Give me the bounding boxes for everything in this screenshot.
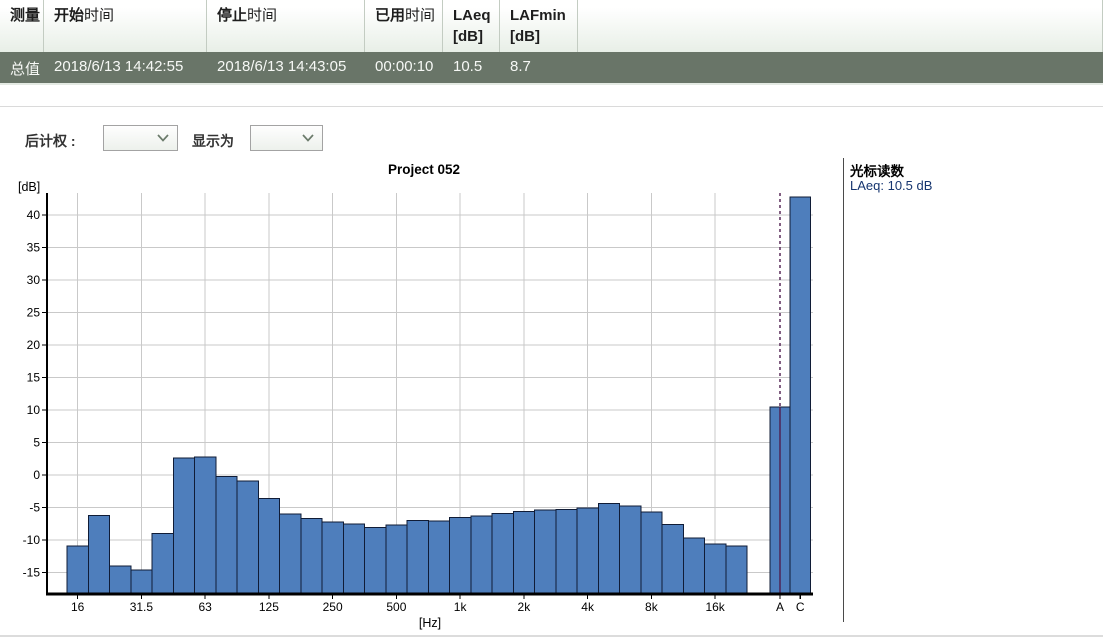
y-tick-label: -5 xyxy=(29,501,40,515)
display-as-label: 显示为 xyxy=(192,131,234,151)
frequency-bar-315[interactable] xyxy=(343,524,364,593)
display-as-select[interactable] xyxy=(250,125,323,151)
col-header-measurement: 测量 xyxy=(0,0,44,52)
y-axis-unit-label: [dB] xyxy=(18,180,40,194)
frequency-bar-80[interactable] xyxy=(216,476,237,593)
frequency-bar-25[interactable] xyxy=(110,566,131,593)
x-tick-label: 500 xyxy=(386,600,406,614)
x-tick-label: 1k xyxy=(454,600,468,614)
frequency-bar-800[interactable] xyxy=(428,521,449,593)
frequency-bars xyxy=(67,197,811,593)
frequency-bar-8k[interactable] xyxy=(641,512,662,593)
section-divider xyxy=(0,106,1103,107)
frequency-bar-630[interactable] xyxy=(407,521,428,594)
frequency-bar-125[interactable] xyxy=(258,498,279,593)
x-tick-label: 4k xyxy=(581,600,595,614)
cell-measurement: 总值 xyxy=(0,52,44,83)
cell-lafmin: 8.7 xyxy=(500,52,578,83)
y-tick-label: 10 xyxy=(27,403,41,417)
x-tick-label: 31.5 xyxy=(130,600,154,614)
x-tick-label: C xyxy=(796,600,805,614)
frequency-bar-10k[interactable] xyxy=(662,524,683,593)
frequency-bar-50[interactable] xyxy=(173,458,194,593)
frequency-bar-200[interactable] xyxy=(301,519,322,593)
frequency-bar-1.25k[interactable] xyxy=(471,516,492,593)
cursor-readout-title: 光标读数 xyxy=(850,160,904,180)
cell-elapsed-time: 00:00:10 xyxy=(365,52,443,83)
x-tick-label: 125 xyxy=(259,600,279,614)
frequency-bar-31.5[interactable] xyxy=(131,570,152,593)
frequency-bar-63[interactable] xyxy=(195,457,216,593)
frequency-bar-6.3k[interactable] xyxy=(620,506,641,593)
frequency-bar-2.5k[interactable] xyxy=(535,510,556,593)
y-tick-label: -10 xyxy=(23,533,41,547)
frequency-bar-100[interactable] xyxy=(237,481,258,593)
cursor-readout-value: LAeq: 10.5 dB xyxy=(850,178,932,193)
frequency-bar-5k[interactable] xyxy=(598,504,619,593)
measurement-row-total[interactable]: 总值 2018/6/13 14:42:55 2018/6/13 14:43:05… xyxy=(0,52,1103,85)
x-tick-label: A xyxy=(776,600,784,614)
x-tick-label: 63 xyxy=(198,600,212,614)
frequency-bar-400[interactable] xyxy=(365,528,386,593)
chevron-down-icon xyxy=(157,134,169,142)
frequency-bar-250[interactable] xyxy=(322,522,343,593)
frequency-bar-2k[interactable] xyxy=(513,511,534,593)
x-tick-label: 16k xyxy=(705,600,725,614)
x-tick-label: 2k xyxy=(518,600,532,614)
chevron-down-icon xyxy=(302,134,314,142)
panel-divider xyxy=(843,158,844,622)
app-window: 测量 开始时间 停止时间 已用时间 LAeq[dB] LAFmin[dB] 总值… xyxy=(0,0,1103,637)
x-tick-label: 8k xyxy=(645,600,659,614)
frequency-bar-160[interactable] xyxy=(280,514,301,593)
cell-laeq: 10.5 xyxy=(443,52,500,83)
frequency-bar-16k[interactable] xyxy=(705,544,726,593)
y-tick-label: -15 xyxy=(23,566,41,580)
y-tick-label: 35 xyxy=(27,241,41,255)
col-header-empty xyxy=(578,0,1103,52)
spectrum-chart[interactable]: -15 -10 -5 0 5 10 15 20 25 30 35 40 16 31.5 63 125 250 50… xyxy=(0,155,843,637)
frequency-bar-1.6k[interactable] xyxy=(492,513,513,593)
x-axis-unit-label: [Hz] xyxy=(419,616,441,630)
frequency-bar-40[interactable] xyxy=(152,534,173,594)
x-tick-label: 16 xyxy=(71,600,85,614)
frequency-bar-1k[interactable] xyxy=(450,517,471,593)
frequency-bar-4k[interactable] xyxy=(577,508,598,593)
cell-start-time: 2018/6/13 14:42:55 xyxy=(44,52,207,83)
chart-title: Project 052 xyxy=(388,162,460,177)
cell-stop-time: 2018/6/13 14:43:05 xyxy=(207,52,365,83)
y-tick-label: 20 xyxy=(27,338,41,352)
frequency-bar-12.5k[interactable] xyxy=(683,538,704,593)
spectrum-chart-svg[interactable]: -15 -10 -5 0 5 10 15 20 25 30 35 40 16 31.5 63 125 250 50… xyxy=(0,155,843,637)
post-weighting-select[interactable] xyxy=(103,125,178,151)
y-tick-label: 5 xyxy=(33,436,40,450)
y-tick-label: 40 xyxy=(27,208,41,222)
post-weighting-label: 后计权 : xyxy=(25,131,76,151)
frequency-bar-20k[interactable] xyxy=(726,546,747,593)
y-tick-label: 15 xyxy=(27,371,41,385)
frequency-bar-3.15k[interactable] xyxy=(556,509,577,593)
y-tick-label: 0 xyxy=(33,468,40,482)
frequency-bar-500[interactable] xyxy=(386,525,407,593)
weighted-bar-C[interactable] xyxy=(790,197,811,593)
col-header-lafmin: LAFmin[dB] xyxy=(500,0,578,52)
y-tick-label: 25 xyxy=(27,306,41,320)
col-header-stop-time: 停止时间 xyxy=(207,0,365,52)
col-header-laeq: LAeq[dB] xyxy=(443,0,500,52)
frequency-bar-16[interactable] xyxy=(67,546,88,593)
col-header-start-time: 开始时间 xyxy=(44,0,207,52)
y-tick-label: 30 xyxy=(27,273,41,287)
measurement-table-header: 测量 开始时间 停止时间 已用时间 LAeq[dB] LAFmin[dB] xyxy=(0,0,1103,52)
col-header-elapsed-time: 已用时间 xyxy=(365,0,443,52)
frequency-bar-20[interactable] xyxy=(88,515,109,593)
x-tick-label: 250 xyxy=(323,600,343,614)
